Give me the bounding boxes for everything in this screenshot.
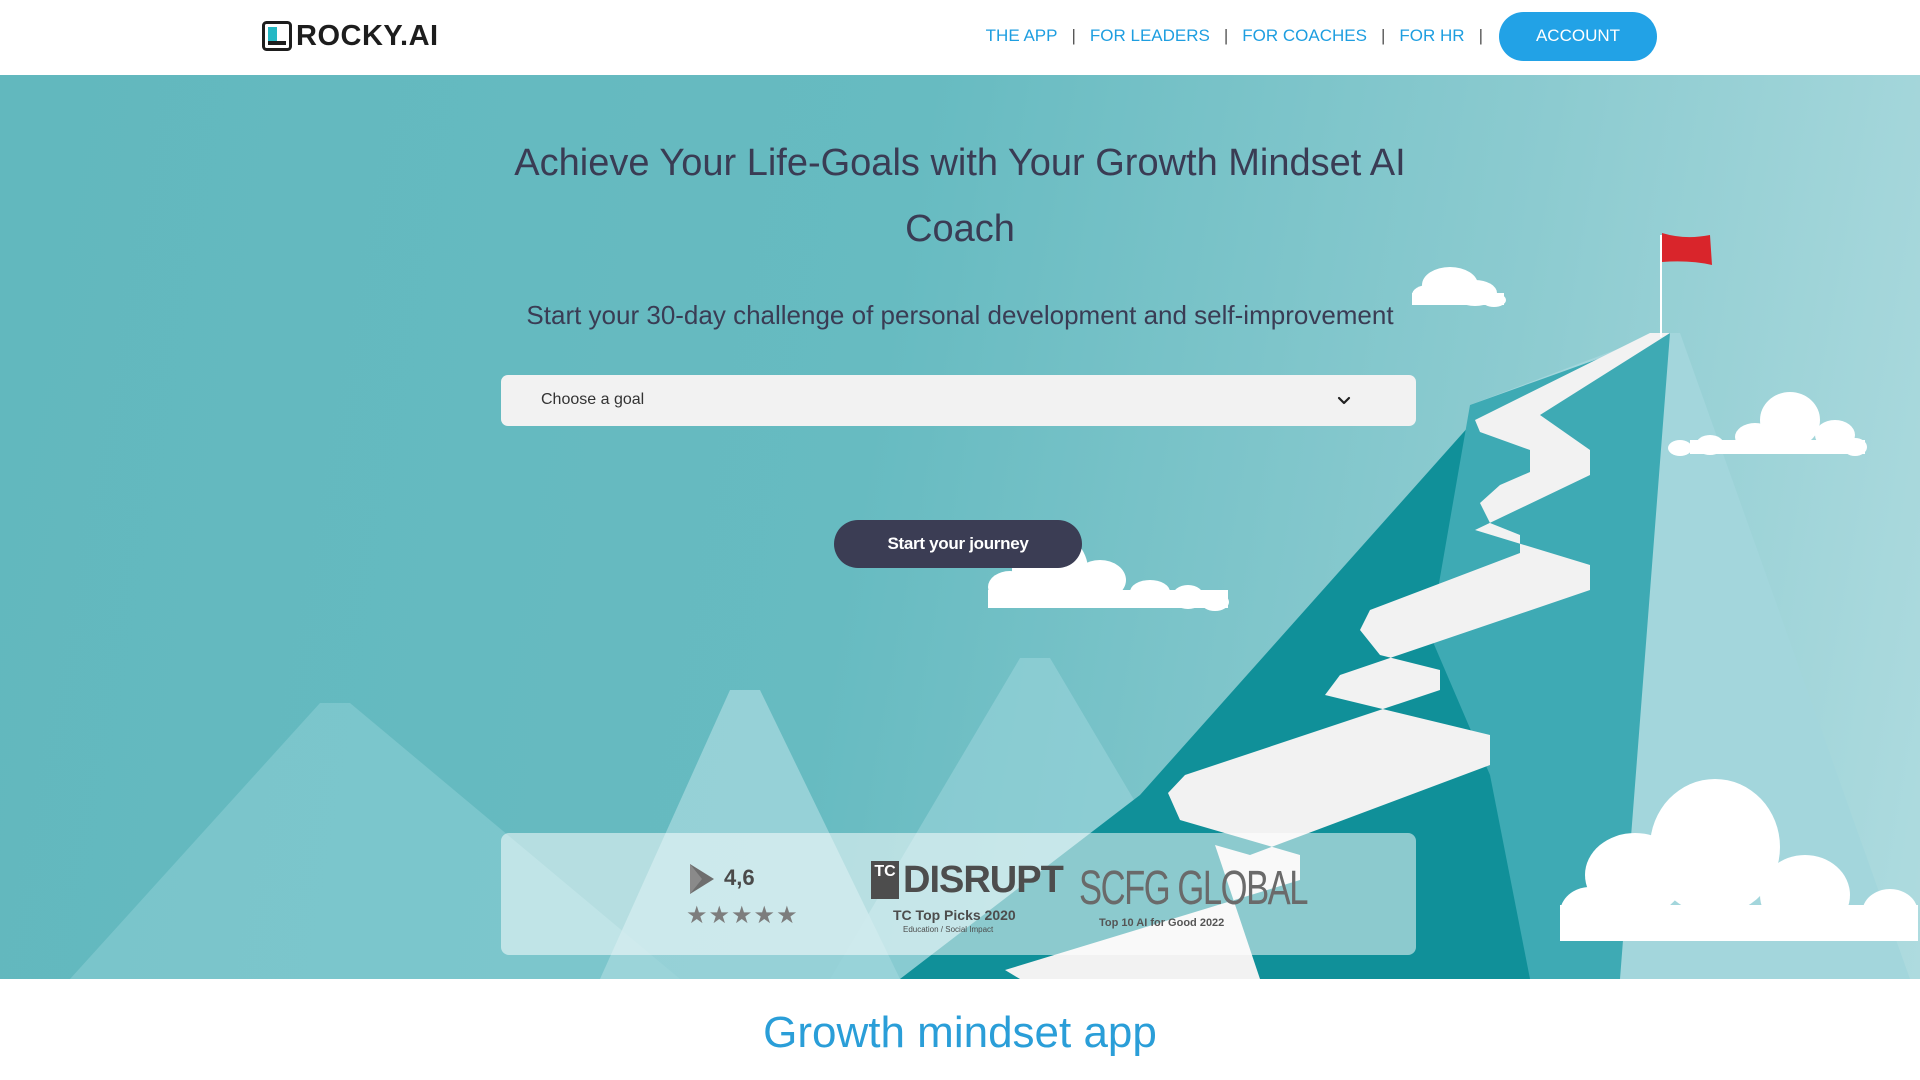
site-header: ROCKY.AI THE APP | FOR LEADERS | FOR COA… (0, 0, 1920, 75)
nav-separator: | (1223, 26, 1229, 45)
account-button[interactable]: ACCOUNT (1499, 11, 1657, 61)
nav-for-leaders[interactable]: FOR LEADERS (1090, 26, 1210, 46)
nav-separator: | (1380, 26, 1386, 45)
nav-separator: | (1071, 26, 1076, 45)
rocky-ai-logo[interactable]: ROCKY.AI (262, 17, 439, 55)
tc-logo-text: TC (874, 863, 896, 880)
rating-value: 4,6 (724, 865, 755, 890)
hero-section: Achieve Your Life-Goals with Your Growth… (0, 75, 1920, 979)
disrupt-subtitle: TC Top Picks 2020 (893, 907, 1016, 923)
logo-mark-icon (262, 21, 292, 51)
awards-bar: 4,6 ★★★★★ TC DISRUPT TC Top Picks 2020 E… (501, 833, 1416, 955)
section-title: Growth mindset app (763, 1008, 1157, 1057)
play-store-icon (690, 864, 714, 894)
disrupt-caption: Education / Social Impact (903, 925, 994, 934)
goal-select-value: Choose a goal (541, 391, 645, 408)
scfg-title: SCFG GLOBAL (1079, 862, 1309, 915)
nav-the-app[interactable]: THE APP (986, 26, 1058, 46)
disrupt-title: DISRUPT (903, 859, 1064, 901)
app-rating-badge[interactable]: 4,6 ★★★★★ (686, 859, 806, 931)
nav-separator: | (1478, 26, 1483, 45)
nav-for-hr[interactable]: FOR HR (1399, 26, 1464, 46)
hero-title: Achieve Your Life-Goals with Your Growth… (514, 142, 1406, 250)
logo-text: ROCKY.AI (296, 19, 439, 52)
main-nav: THE APP | FOR LEADERS | FOR COACHES | FO… (986, 0, 1657, 72)
nav-for-coaches[interactable]: FOR COACHES (1242, 26, 1367, 46)
rating-stars: ★★★★★ (686, 902, 799, 929)
tc-logo-icon: TC (871, 861, 899, 899)
start-journey-button[interactable]: Start your journey (834, 520, 1082, 568)
tc-disrupt-badge[interactable]: TC DISRUPT TC Top Picks 2020 Education /… (871, 859, 1064, 941)
scfg-subtitle: Top 10 AI for Good 2022 (1099, 917, 1225, 929)
scfg-global-badge[interactable]: SCFG GLOBAL Top 10 AI for Good 2022 (1079, 861, 1309, 941)
chevron-down-icon (1337, 396, 1351, 405)
flag (1662, 233, 1712, 265)
hero-subtitle: Start your 30-day challenge of personal … (526, 300, 1394, 330)
goal-select[interactable]: Choose a goal (501, 375, 1416, 426)
